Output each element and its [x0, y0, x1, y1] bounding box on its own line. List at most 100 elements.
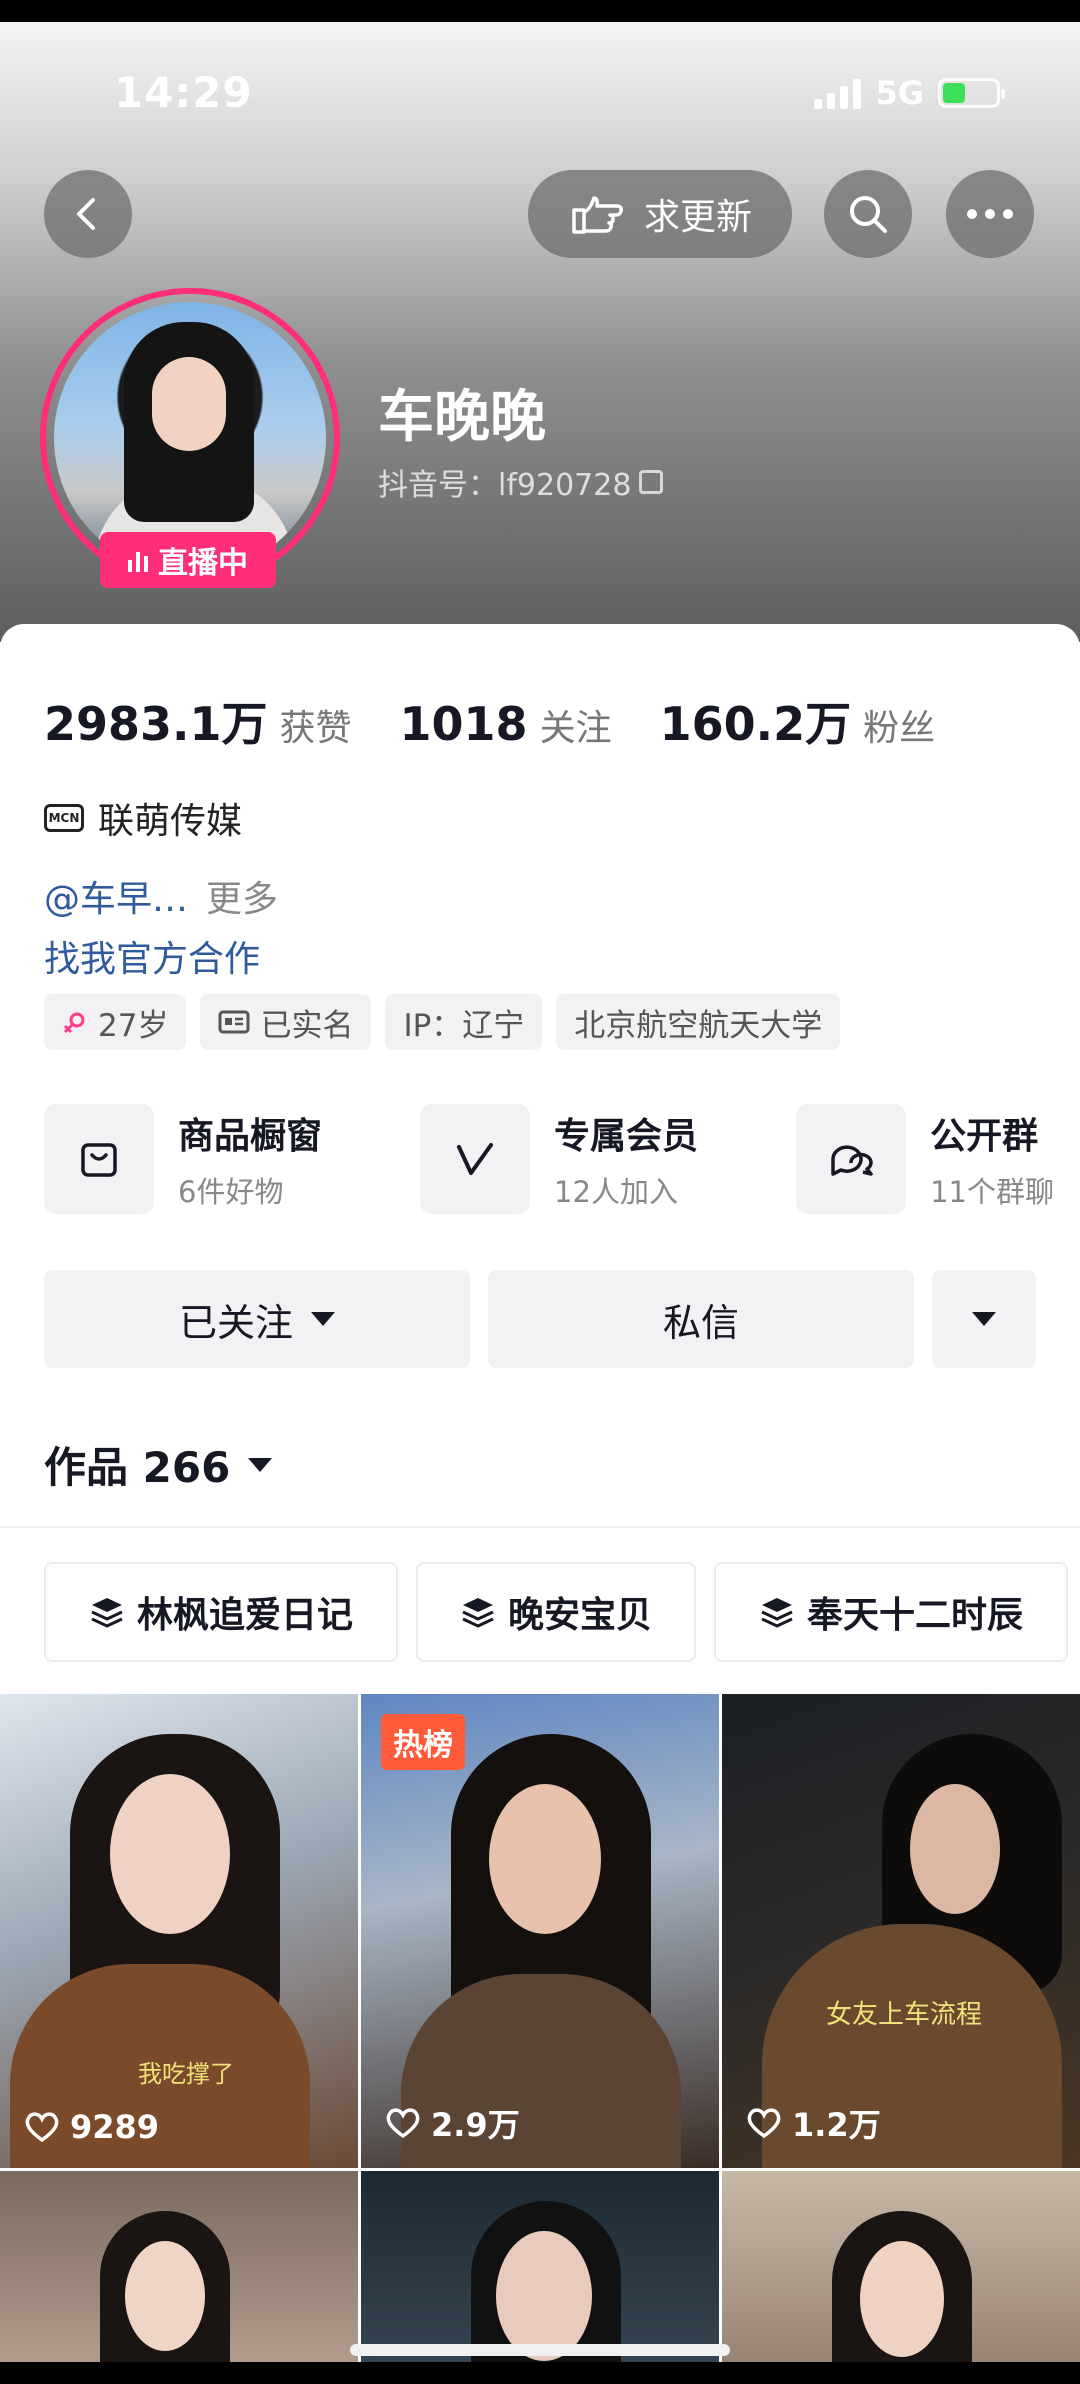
battery-icon [938, 78, 1005, 108]
caret-down-icon [248, 1457, 273, 1472]
likes-count: 9289 [70, 2108, 160, 2146]
collection-label: 晚安宝贝 [507, 1595, 652, 1636]
layers-icon [91, 1598, 123, 1628]
caret-down-icon [311, 1312, 335, 1326]
back-button[interactable] [44, 170, 132, 258]
mcn-agency[interactable]: MCN 联萌传媒 [44, 792, 242, 844]
douyin-id[interactable]: 抖音号：lf920728 [378, 460, 664, 504]
bio-mention[interactable]: @车早… [44, 879, 188, 920]
stat-value: 1018 [399, 697, 528, 751]
collection-chip[interactable]: 林枫追爱日记 [44, 1562, 398, 1662]
collection-label: 林枫追爱日记 [136, 1595, 353, 1636]
feature-entries: 商品橱窗 6件好物 专属会员 12人加入 公开群 11个群聊 [44, 1104, 1054, 1214]
tag-label: 27岁 [98, 1007, 169, 1044]
caret-down-icon [972, 1312, 996, 1326]
profile-card: 2983.1万 获赞 1018 关注 160.2万 粉丝 MCN 联萌传媒 @车… [0, 624, 1080, 2362]
action-buttons: 已关注 私信 [44, 1270, 1036, 1368]
feature-title: 公开群 [930, 1116, 1039, 1157]
feature-subtitle: 6件好物 [178, 1175, 284, 1209]
video-caption: 女友上车流程 [826, 2000, 983, 2030]
copy-icon[interactable] [639, 470, 664, 494]
tag-school[interactable]: 北京航空航天大学 [556, 994, 841, 1050]
message-button[interactable]: 私信 [488, 1270, 914, 1368]
more-dots-icon [967, 209, 1013, 219]
signal-icon [814, 77, 862, 109]
stat-label: 获赞 [279, 708, 352, 749]
stats-row: 2983.1万 获赞 1018 关注 160.2万 粉丝 [44, 688, 935, 754]
message-label: 私信 [662, 1300, 739, 1345]
mcn-name: 联萌传媒 [98, 801, 243, 842]
search-button[interactable] [824, 170, 912, 258]
chat-bubbles-icon [796, 1104, 907, 1214]
collection-chip[interactable]: 奉天十二时辰 [714, 1562, 1068, 1662]
request-update-label: 求更新 [643, 197, 752, 238]
home-indicator[interactable] [350, 2344, 730, 2356]
live-label: 直播中 [158, 546, 248, 581]
feature-subtitle: 11个群聊 [930, 1175, 1054, 1209]
douyin-id-text: 抖音号：lf920728 [378, 468, 632, 503]
video-grid: 我吃撑了 9289 热榜 2.9万 女友上车流程 1.2万 [0, 1694, 1080, 2362]
gender-female-icon [63, 1012, 85, 1034]
collections-row: 林枫追爱日记 晚安宝贝 奉天十二时辰 [44, 1562, 1068, 1662]
official-cooperation-link[interactable]: 找我官方合作 [44, 930, 260, 982]
bio-line[interactable]: @车早… 更多 [44, 870, 278, 922]
status-time: 14:29 [114, 68, 253, 117]
video-thumbnail[interactable] [722, 2171, 1080, 2362]
request-update-button[interactable]: 求更新 [528, 170, 792, 258]
tag-label: 已实名 [260, 1007, 354, 1044]
video-thumbnail[interactable] [361, 2171, 719, 2362]
tag-label: IP：辽宁 [403, 1007, 525, 1044]
video-thumbnail[interactable] [0, 2171, 358, 2362]
works-label: 作品 266 [44, 1443, 231, 1492]
works-tab[interactable]: 作品 266 [44, 1434, 273, 1495]
more-button[interactable] [946, 170, 1034, 258]
id-card-icon [218, 1010, 250, 1034]
live-badge[interactable]: 直播中 [100, 532, 276, 588]
heart-icon [386, 2108, 420, 2139]
layers-icon [462, 1598, 494, 1628]
stat-value: 160.2万 [659, 697, 852, 751]
stat-label: 关注 [539, 708, 612, 749]
bio-more-link[interactable]: 更多 [206, 879, 278, 920]
shopping-bag-icon [44, 1104, 154, 1214]
collection-chip[interactable]: 晚安宝贝 [416, 1562, 696, 1662]
heart-icon [25, 2112, 59, 2143]
followed-label: 已关注 [178, 1300, 293, 1345]
membership-entry[interactable]: 专属会员 12人加入 [420, 1104, 698, 1214]
profile-tags: 27岁 已实名 IP：辽宁 北京航空航天大学 [44, 994, 841, 1050]
more-actions-button[interactable] [932, 1270, 1036, 1368]
public-group-entry[interactable]: 公开群 11个群聊 [796, 1104, 1054, 1214]
video-likes: 9289 [24, 2108, 159, 2146]
profile-name: 车晚晚 [378, 385, 546, 450]
stat-label: 粉丝 [863, 708, 936, 749]
pointing-hand-icon [572, 196, 623, 234]
video-thumbnail[interactable]: 我吃撑了 9289 [0, 1694, 358, 2168]
video-likes: 2.9万 [385, 2100, 520, 2146]
video-likes: 1.2万 [746, 2100, 881, 2146]
feature-title: 商品橱窗 [178, 1116, 323, 1157]
collection-label: 奉天十二时辰 [806, 1595, 1023, 1636]
tag-verified: 已实名 [200, 994, 372, 1050]
tag-ip: IP：辽宁 [385, 994, 543, 1050]
stat-likes[interactable]: 2983.1万 获赞 [44, 688, 352, 754]
stat-followers[interactable]: 160.2万 粉丝 [660, 688, 936, 754]
stat-value: 2983.1万 [44, 697, 268, 751]
video-thumbnail[interactable]: 热榜 2.9万 [361, 1694, 719, 2168]
layers-icon [761, 1598, 793, 1628]
heart-icon [747, 2108, 781, 2139]
video-caption: 我吃撑了 [138, 2060, 234, 2088]
shop-window-entry[interactable]: 商品橱窗 6件好物 [44, 1104, 322, 1214]
chevron-left-icon [77, 198, 95, 230]
profile-header-background: 14:29 5G 求更新 直播中 车晚晚 抖音号：lf920728 [0, 22, 1080, 642]
tag-age: 27岁 [44, 994, 187, 1050]
stat-following[interactable]: 1018 关注 [400, 697, 612, 751]
membership-v-icon [420, 1104, 531, 1214]
mcn-icon: MCN [44, 804, 84, 832]
live-bars-icon [128, 548, 148, 572]
likes-count: 1.2万 [792, 2106, 881, 2144]
followed-button[interactable]: 已关注 [44, 1270, 470, 1368]
video-thumbnail[interactable]: 女友上车流程 1.2万 [722, 1694, 1080, 2168]
network-type: 5G [875, 74, 924, 112]
status-indicators: 5G [814, 74, 1005, 112]
likes-count: 2.9万 [431, 2106, 520, 2144]
